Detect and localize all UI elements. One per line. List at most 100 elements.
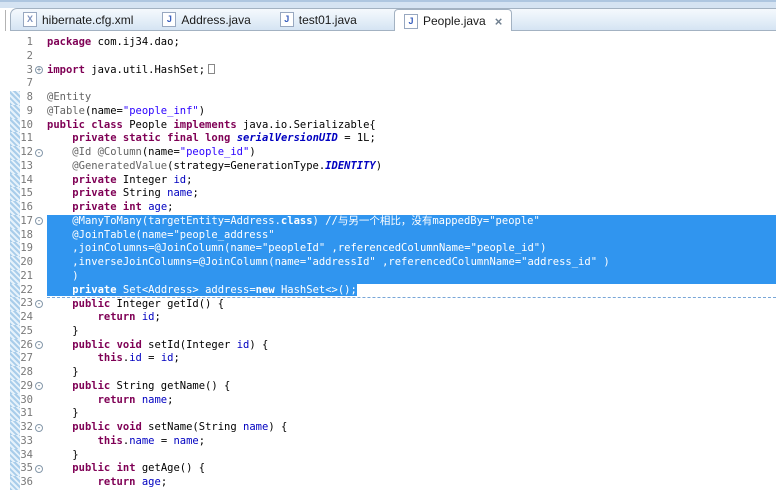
code-line[interactable]: 25 } [0, 324, 776, 339]
code-text[interactable]: public class People implements java.io.S… [47, 119, 776, 133]
code-line[interactable]: 16 private int age; [0, 201, 776, 215]
token-pl: } [47, 324, 79, 337]
code-text[interactable]: ) [47, 269, 776, 284]
code-text[interactable]: } [47, 407, 776, 421]
code-line[interactable]: 22 private Set<Address> address=new Hash… [0, 283, 776, 298]
tab-close-icon[interactable]: × [495, 15, 503, 28]
code-editor[interactable]: 1 package com.ij34.dao; 2 3 + import java.uti… [0, 31, 776, 494]
code-text[interactable]: private Integer id; [47, 174, 776, 188]
code-text[interactable]: public int getAge() { [47, 462, 776, 476]
code-text[interactable]: return id; [47, 311, 776, 325]
code-line[interactable]: 15 private String name; [0, 187, 776, 201]
code-line[interactable]: 30 return name; [0, 393, 776, 408]
fold-collapse-icon[interactable]: - [35, 217, 43, 226]
token-kw: final [167, 132, 199, 145]
code-text[interactable]: public void setId(Integer id) { [47, 339, 776, 353]
code-line[interactable]: 9 @Table(name="people_inf") [0, 104, 776, 119]
code-line[interactable]: 14 private Integer id; [0, 173, 776, 188]
fold-collapse-icon[interactable]: - [35, 341, 43, 349]
tab-people-java[interactable]: J People.java × [394, 9, 513, 32]
change-indicator-bar [10, 36, 20, 50]
code-line[interactable]: 19 ,joinColumns=@JoinColumn(name="people… [0, 242, 776, 256]
code-line[interactable]: 36 return age; [0, 476, 776, 490]
gutter-spacer [0, 407, 10, 421]
code-line[interactable]: 18 @JoinTable(name="people_address" [0, 228, 776, 243]
code-text[interactable]: ,inverseJoinColumns=@JoinColumn(name="ad… [47, 256, 776, 270]
code-text[interactable] [47, 77, 776, 91]
code-line[interactable]: 26- public void setId(Integer id) { [0, 338, 776, 353]
code-text[interactable]: public Integer getId() { [47, 297, 776, 312]
code-line[interactable]: 7 [0, 77, 776, 91]
code-text[interactable]: package com.ij34.dao; [47, 36, 776, 50]
code-line[interactable]: 11 private static final long serialVersi… [0, 132, 776, 146]
code-text[interactable]: ,joinColumns=@JoinColumn(name="peopleId"… [47, 242, 776, 256]
code-line[interactable]: 34 } [0, 448, 776, 463]
gutter-spacer [0, 311, 10, 325]
code-line[interactable]: 32- public void setName(String name) { [0, 421, 776, 435]
code-text[interactable] [47, 50, 776, 64]
code-line[interactable]: 23- public Integer getId() { [0, 297, 776, 312]
fold-collapse-icon[interactable]: - [35, 464, 43, 473]
code-text[interactable]: private String name; [47, 187, 776, 201]
fold-collapse-icon[interactable]: - [35, 148, 43, 157]
token-pl: } [47, 366, 79, 378]
code-line[interactable]: 20 ,inverseJoinColumns=@JoinColumn(name=… [0, 256, 776, 270]
tab-test01-java[interactable]: Jtest01.java [279, 9, 357, 31]
code-line[interactable]: 33 this.name = name; [0, 434, 776, 449]
fold-collapse-icon[interactable]: - [35, 299, 43, 308]
code-line[interactable]: 24 return id; [0, 311, 776, 325]
code-text[interactable]: public String getName() { [47, 380, 776, 394]
code-text[interactable]: return age; [47, 476, 776, 490]
code-text[interactable]: @Id @Column(name="people_id") [47, 146, 776, 160]
code-line[interactable]: 31 } [0, 407, 776, 421]
code-text[interactable]: this.name = name; [47, 435, 776, 449]
code-text[interactable]: this.id = id; [47, 352, 776, 366]
code-text[interactable]: @Entity [47, 91, 776, 105]
folded-code-icon[interactable] [208, 63, 216, 74]
code-line[interactable]: 13 @GeneratedValue(strategy=GenerationTy… [0, 159, 776, 174]
token-fld: name [243, 421, 269, 433]
code-text[interactable]: @JoinTable(name="people_address" [47, 228, 776, 243]
gutter-spacer [0, 270, 10, 284]
code-line[interactable]: 2 [0, 50, 776, 64]
code-text[interactable]: @Table(name="people_inf") [47, 105, 776, 119]
gutter-spacer [0, 366, 10, 380]
token-str: "people_inf" [122, 104, 199, 117]
code-line[interactable]: 27 this.id = id; [0, 352, 776, 366]
code-text[interactable]: @ManyToMany(targetEntity=Address.class) … [47, 214, 776, 229]
fold-expand-icon[interactable]: + [35, 66, 43, 74]
code-text[interactable]: import java.util.HashSet; [47, 63, 776, 78]
code-line[interactable]: 29- public String getName() { [0, 379, 776, 394]
code-line[interactable]: 28 } [0, 366, 776, 380]
token-sf: serialVersionUID [236, 132, 338, 145]
tab-address-java[interactable]: J Address.java [162, 9, 251, 31]
code-line[interactable]: 12- @Id @Column(name="people_id") [0, 146, 776, 160]
token-kw: public [72, 379, 111, 392]
code-line[interactable]: 8 @Entity [0, 91, 776, 105]
code-line[interactable]: 10 public class People implements java.io… [0, 118, 776, 133]
code-line[interactable]: 1 package com.ij34.dao; [0, 36, 776, 50]
code-text[interactable]: private int age; [47, 201, 776, 215]
code-line[interactable]: 17- @ManyToMany(targetEntity=Address.cla… [0, 214, 776, 229]
fold-collapse-icon[interactable]: - [35, 423, 43, 432]
gutter-spacer [0, 352, 10, 366]
tab-hibernate-cfg-xml[interactable]: Xhibernate.cfg.xml [23, 9, 133, 31]
code-line[interactable]: 35- public int getAge() { [0, 462, 776, 476]
code-text[interactable]: public void setName(String name) { [47, 421, 776, 435]
code-text[interactable]: return name; [47, 394, 776, 408]
code-text[interactable]: } [47, 366, 776, 380]
code-text[interactable]: } [47, 449, 776, 463]
token-pl: ; [198, 434, 206, 447]
code-line[interactable]: 3 + import java.util.HashSet; [0, 63, 776, 78]
fold-collapse-icon[interactable]: - [35, 382, 43, 391]
code-text[interactable]: } [47, 325, 776, 339]
code-line[interactable]: 21 ) [0, 269, 776, 284]
code-text[interactable]: private Set<Address> address=new HashSet… [47, 283, 776, 298]
code-text[interactable]: @GeneratedValue(strategy=GenerationType.… [47, 160, 776, 174]
code-text[interactable]: private static final long serialVersionU… [47, 132, 776, 146]
token-fld: name [167, 187, 193, 200]
